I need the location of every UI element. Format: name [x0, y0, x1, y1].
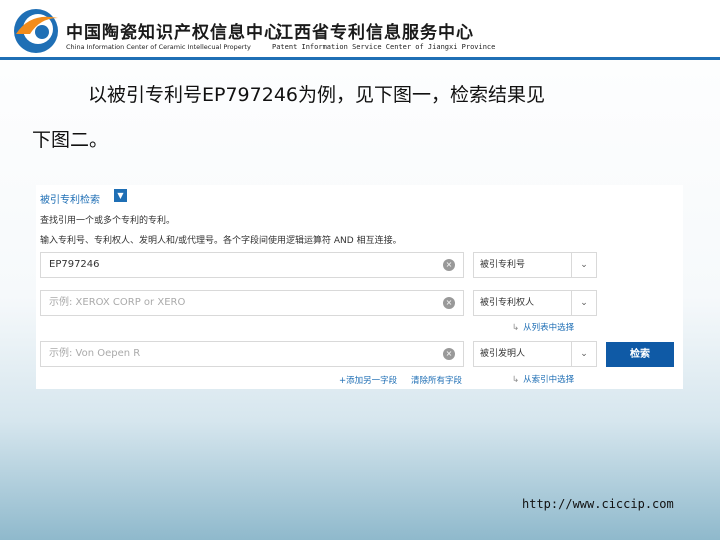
clear-icon[interactable]: × — [443, 297, 455, 309]
panel-description: 查找引用一个或多个专利的专利。 — [40, 216, 176, 226]
add-field-link[interactable]: +添加另一字段 — [339, 374, 397, 386]
header-banner: 中国陶瓷知识产权信息中心 China Information Center of… — [0, 0, 720, 60]
input-placeholder: 示例: Von Oepen R — [49, 348, 141, 359]
link-label: 从列表中选择 — [523, 323, 575, 333]
header-divider — [0, 57, 720, 60]
select-label: 被引发明人 — [480, 349, 526, 359]
chevron-down-icon[interactable]: ⌄ — [571, 342, 596, 366]
panel-title[interactable]: 被引专利检索 — [40, 191, 100, 206]
field-select-inventor[interactable]: 被引发明人 ⌄ — [473, 341, 597, 367]
cited-assignee-input[interactable]: 示例: XEROX CORP or XERO × — [40, 290, 464, 316]
org2-name-cn: 江西省专利信息服务中心 — [276, 23, 474, 43]
slide-text-line2: 下图二。 — [32, 129, 109, 151]
cited-patent-number-input[interactable]: EP797246 × — [40, 252, 464, 278]
footer-url: http://www.ciccip.com — [522, 497, 674, 511]
link-label: 从索引中选择 — [523, 375, 575, 385]
select-label: 被引专利权人 — [480, 298, 535, 308]
org1-name-en: China Information Center of Ceramic Inte… — [66, 43, 251, 51]
field-select-patent-number[interactable]: 被引专利号 ⌄ — [473, 252, 597, 278]
return-arrow-icon: ↳ — [512, 323, 520, 333]
clear-icon[interactable]: × — [443, 259, 455, 271]
return-arrow-icon: ↳ — [512, 375, 520, 385]
input-value: EP797246 — [49, 259, 100, 270]
cited-inventor-input[interactable]: 示例: Von Oepen R × — [40, 341, 464, 367]
select-from-list-link[interactable]: ↳ 从列表中选择 — [512, 321, 574, 333]
cited-patent-search-panel: 被引专利检索 ▼ 查找引用一个或多个专利的专利。 输入专利号、专利权人、发明人和… — [36, 185, 683, 389]
select-from-index-link[interactable]: ↳ 从索引中选择 — [512, 373, 574, 385]
clear-all-fields-link[interactable]: 清除所有字段 — [411, 374, 462, 386]
search-button[interactable]: 检索 — [606, 342, 674, 367]
chevron-down-icon[interactable]: ⌄ — [571, 253, 596, 277]
chevron-down-icon[interactable]: ⌄ — [571, 291, 596, 315]
logo-icon — [14, 9, 58, 53]
org2-name-en: Patent Information Service Center of Jia… — [272, 43, 496, 51]
chevron-down-icon[interactable]: ▼ — [114, 189, 127, 202]
clear-icon[interactable]: × — [443, 348, 455, 360]
slide-text-line1: 以被引专利号EP797246为例，见下图一，检索结果见 — [88, 84, 545, 106]
field-select-assignee[interactable]: 被引专利权人 ⌄ — [473, 290, 597, 316]
org1-name-cn: 中国陶瓷知识产权信息中心 — [66, 23, 282, 43]
input-placeholder: 示例: XEROX CORP or XERO — [49, 297, 186, 308]
select-label: 被引专利号 — [480, 260, 526, 270]
panel-instructions: 输入专利号、专利权人、发明人和/或代理号。各个字段间使用逻辑运算符 AND 相互… — [40, 236, 402, 246]
